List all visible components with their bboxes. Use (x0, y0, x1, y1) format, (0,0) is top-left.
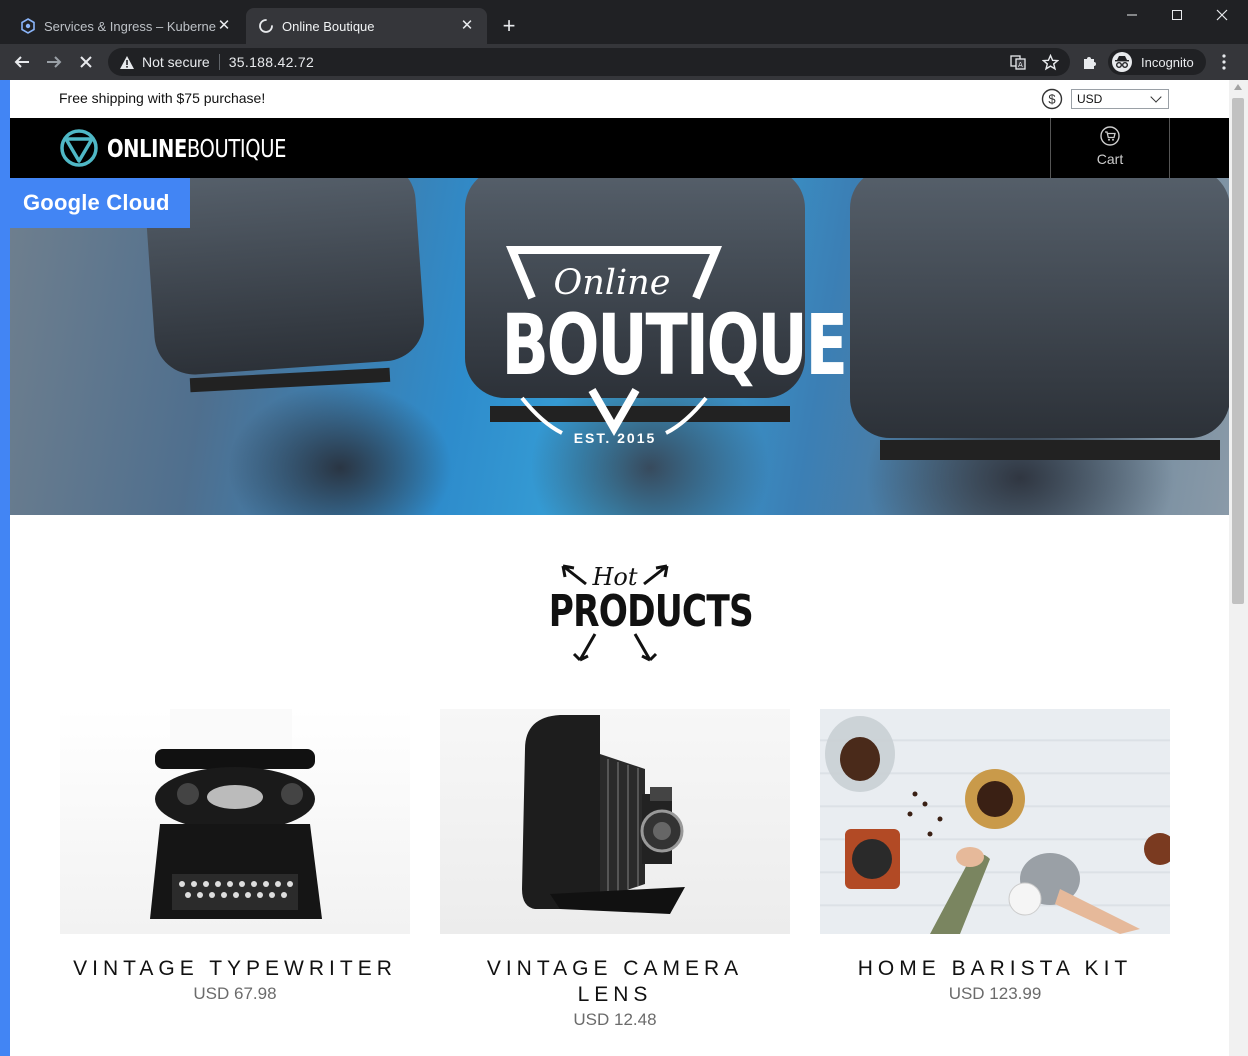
minimize-window-button[interactable] (1110, 4, 1154, 26)
product-name[interactable]: VINTAGE TYPEWRITER (60, 956, 410, 982)
product-name[interactable]: VINTAGE CAMERA LENS (440, 956, 790, 1008)
extensions-puzzle-icon[interactable] (1080, 52, 1100, 72)
translate-icon[interactable]: A (1009, 53, 1027, 71)
barista-kit-image[interactable] (820, 709, 1170, 934)
google-cloud-accent-bar (0, 80, 10, 1056)
currency-value: USD (1077, 92, 1103, 106)
incognito-icon (1112, 52, 1132, 72)
product-card[interactable]: VINTAGE CAMERA LENS USD 12.48 (440, 709, 790, 1030)
product-name[interactable]: HOME BARISTA KIT (820, 956, 1170, 982)
currency-dollar-icon: $ (1041, 88, 1063, 110)
boutique-logo-icon (60, 129, 98, 167)
brand-name: ONLINEBOUTIQUE (107, 133, 287, 163)
hero-boutique-text: BOUTIQUE (501, 296, 848, 394)
chevron-down-icon (1150, 91, 1162, 103)
shipping-text: Free shipping with $75 purchase! (59, 90, 266, 106)
warning-icon (118, 53, 136, 71)
product-card[interactable]: VINTAGE TYPEWRITER USD 67.98 (60, 709, 410, 1004)
product-price: USD 123.99 (948, 984, 1042, 1003)
scrollbar-thumb[interactable] (1232, 98, 1244, 604)
product-price: USD 67.98 (193, 984, 277, 1003)
currency-select[interactable]: USD (1071, 89, 1169, 109)
headset-strap (880, 440, 1220, 460)
scroll-up-arrow-icon[interactable] (1234, 84, 1242, 90)
site-logo[interactable]: ONLINEBOUTIQUE (59, 128, 337, 168)
vr-headset-right (850, 178, 1229, 438)
security-label: Not secure (142, 54, 210, 70)
stop-loading-icon[interactable] (74, 50, 98, 74)
site-header: ONLINEBOUTIQUE Cart (10, 118, 1229, 178)
tab-services-ingress[interactable]: Services & Ingress – Kubernete ✕ (8, 8, 244, 44)
page-scrollbar[interactable] (1229, 80, 1248, 1056)
product-price: USD 12.48 (573, 1010, 657, 1029)
tab-title: Online Boutique (282, 18, 375, 34)
bookmark-star-icon[interactable] (1041, 53, 1059, 71)
address-bar[interactable]: Not secure 35.188.42.72 (108, 48, 1070, 76)
google-cloud-badge: Google Cloud (10, 178, 190, 228)
products-heading: PRODUCTS (548, 586, 754, 637)
product-card[interactable]: HOME BARISTA KIT USD 123.99 (820, 709, 1170, 1004)
shipping-banner: Free shipping with $75 purchase! $ USD (10, 80, 1229, 118)
cart-label: Cart (1096, 151, 1124, 167)
cart-icon (1100, 126, 1120, 146)
close-tab-icon[interactable]: ✕ (216, 18, 232, 34)
divider (218, 54, 220, 70)
camera-image[interactable] (440, 709, 790, 934)
loading-spinner-icon (258, 18, 274, 34)
more-menu-icon[interactable] (1214, 52, 1234, 72)
cart-button[interactable]: Cart (1050, 118, 1170, 178)
profile-label: Incognito (1141, 54, 1194, 70)
incognito-profile-button[interactable]: Incognito (1108, 49, 1206, 75)
svg-text:A: A (1018, 61, 1023, 69)
tab-title: Services & Ingress – Kubernete (44, 18, 216, 34)
svg-text:$: $ (1048, 92, 1056, 107)
back-arrow-icon[interactable] (10, 50, 34, 74)
url-text: 35.188.42.72 (228, 54, 315, 70)
typewriter-image[interactable] (60, 709, 410, 934)
close-tab-icon[interactable]: ✕ (459, 18, 475, 34)
close-window-button[interactable] (1200, 4, 1244, 26)
tab-online-boutique[interactable]: Online Boutique ✕ (246, 8, 487, 44)
new-tab-button[interactable]: + (497, 14, 521, 38)
hero-est-text: EST. 2015 (573, 430, 657, 446)
kubernetes-icon (20, 18, 36, 34)
forward-arrow-icon[interactable] (42, 50, 66, 74)
browser-tab-strip: Services & Ingress – Kubernete ✕ Online … (0, 0, 1248, 44)
browser-toolbar: Not secure 35.188.42.72 A Incognito (0, 44, 1248, 80)
maximize-window-button[interactable] (1155, 4, 1199, 26)
